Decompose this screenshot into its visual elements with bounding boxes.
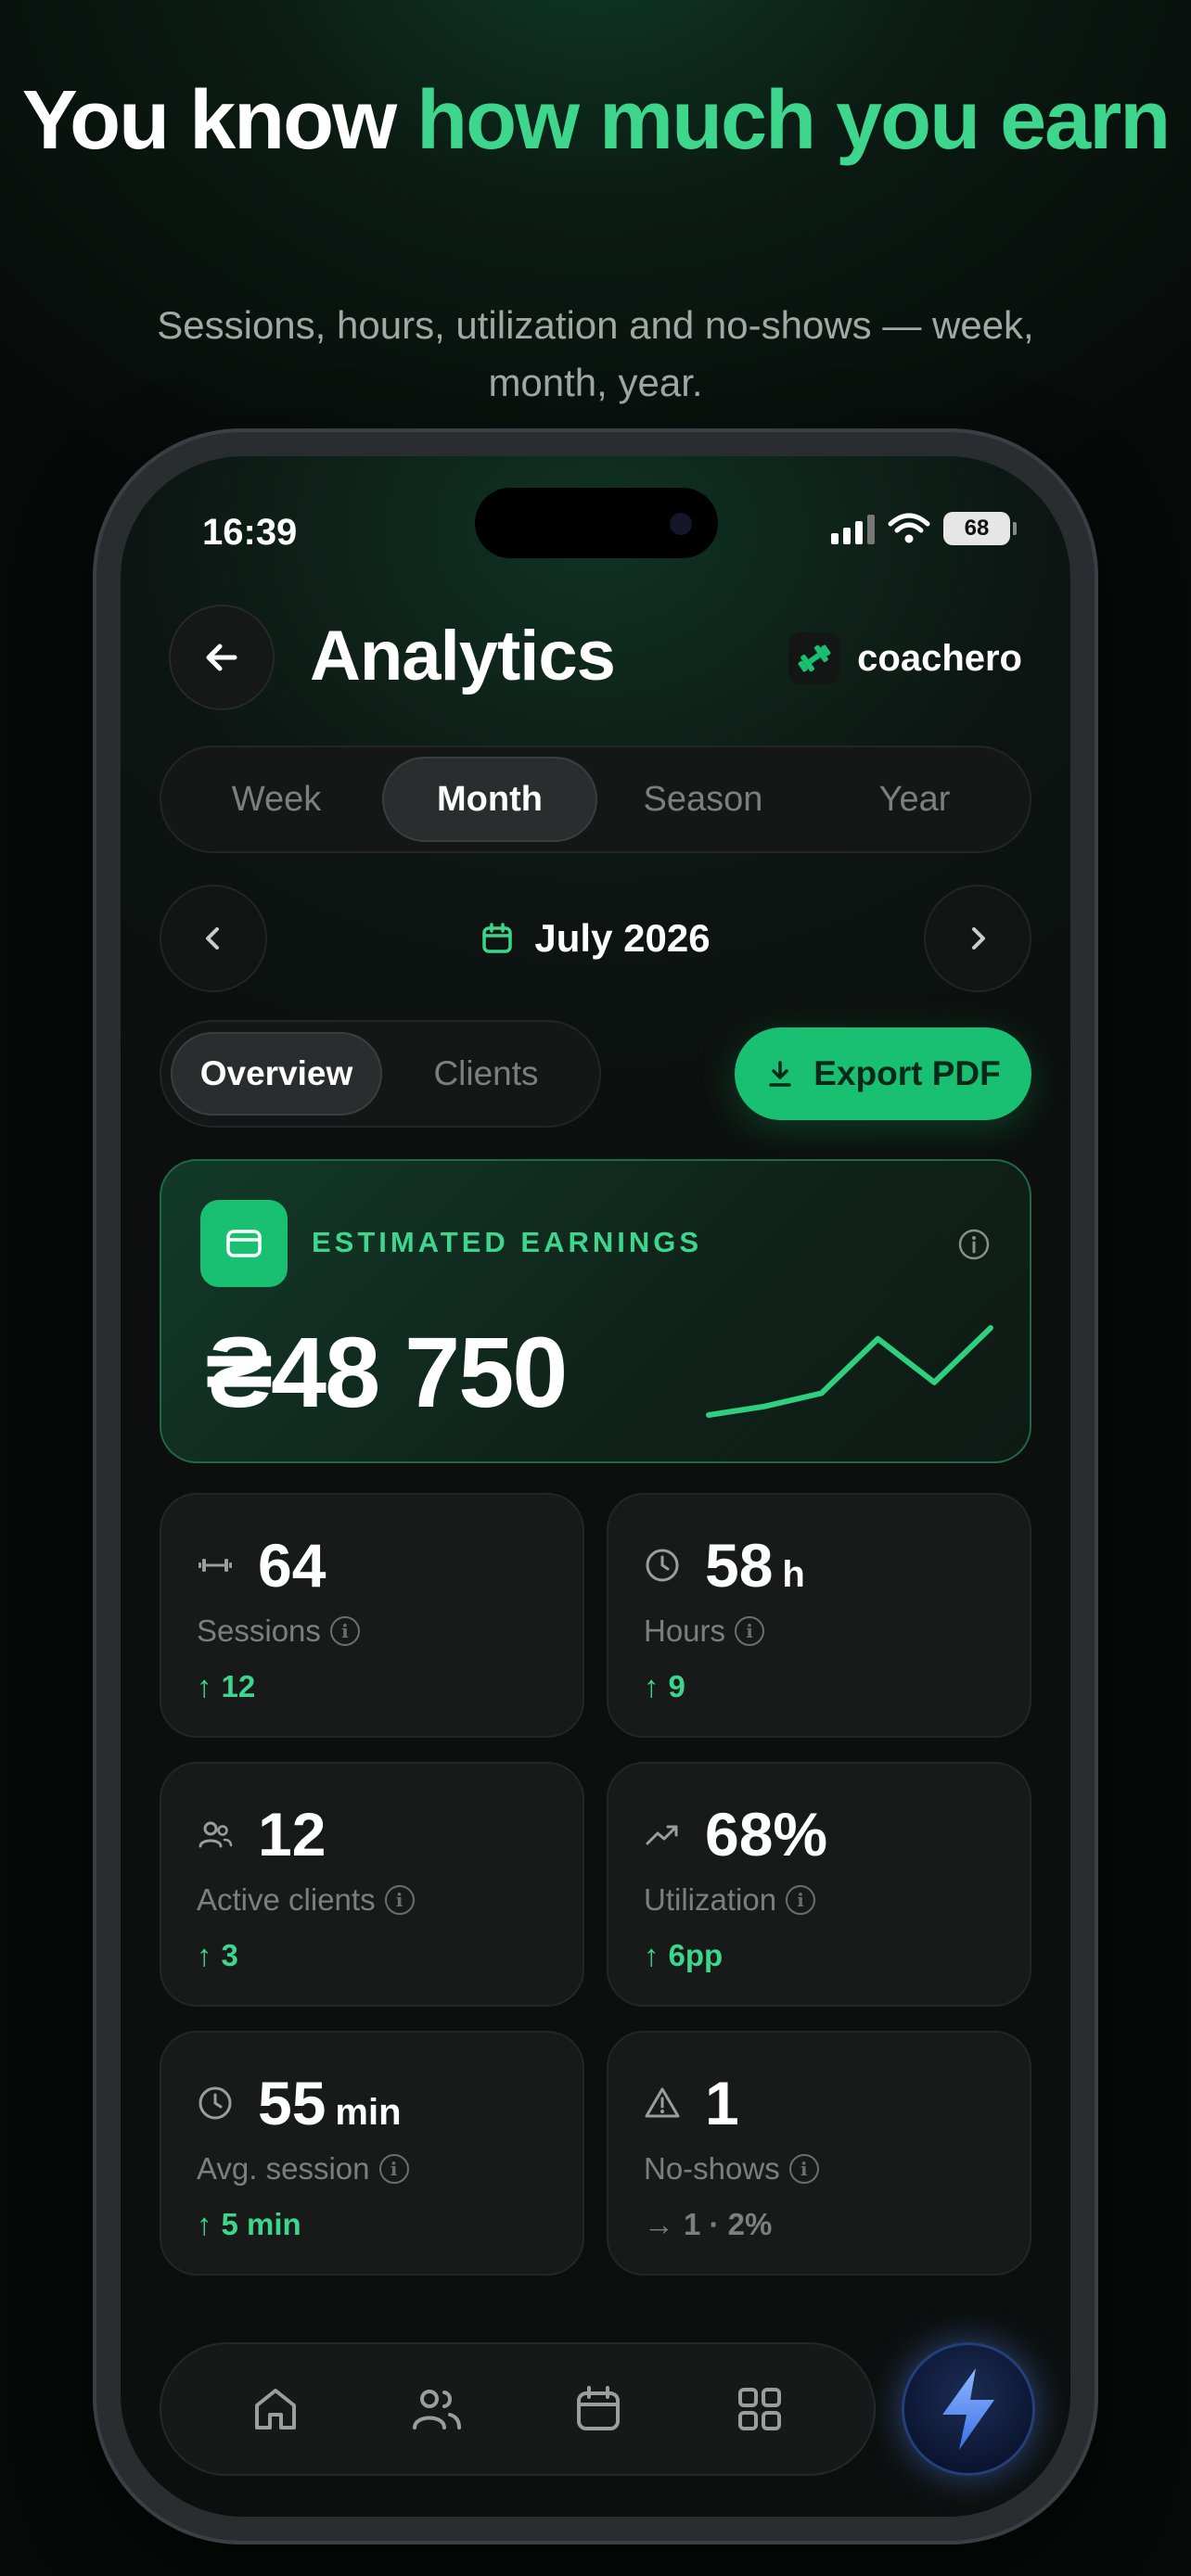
stat-delta: → 1 · 2% bbox=[644, 2207, 773, 2241]
status-time: 16:39 bbox=[202, 512, 298, 553]
bottom-tab-bar bbox=[160, 2342, 876, 2476]
stat-value: 68% bbox=[705, 1800, 828, 1868]
signal-icon bbox=[831, 513, 875, 544]
info-icon[interactable]: i bbox=[735, 1616, 765, 1646]
tab-year[interactable]: Year bbox=[809, 757, 1020, 842]
grid-icon bbox=[738, 2388, 781, 2430]
info-icon[interactable]: i bbox=[384, 1885, 415, 1915]
tab-calendar[interactable] bbox=[561, 2372, 635, 2446]
stat-delta: ↑ 3 bbox=[197, 1938, 238, 1972]
clock-icon bbox=[198, 2086, 232, 2120]
tab-home[interactable] bbox=[238, 2372, 313, 2446]
stat-card-no-shows[interactable]: 1 No-shows i → 1 · 2% bbox=[607, 2031, 1031, 2276]
stat-label: Hours i bbox=[644, 1613, 765, 1649]
promo-headline: You know how much you earn bbox=[0, 72, 1191, 169]
stat-label: Sessions i bbox=[197, 1613, 360, 1649]
earnings-label: ESTIMATED EARNINGS bbox=[312, 1226, 703, 1258]
phone-screen: 16:39 68 Analytics coachero Week Month S… bbox=[121, 456, 1070, 2517]
stat-label: Avg. session i bbox=[197, 2151, 409, 2187]
stat-value: 64 bbox=[258, 1531, 327, 1600]
earnings-sparkline bbox=[706, 1325, 993, 1418]
stat-delta: ↑ 5 min bbox=[197, 2207, 301, 2241]
brand: coachero bbox=[788, 632, 1022, 684]
arrow-left-icon bbox=[206, 644, 237, 671]
period-segmented-control: Week Month Season Year bbox=[160, 746, 1031, 853]
export-pdf-button[interactable]: Export PDF bbox=[735, 1027, 1031, 1120]
battery-level: 68 bbox=[943, 512, 1010, 545]
arrow-up-icon: ↑ bbox=[644, 1938, 660, 1972]
tab-month[interactable]: Month bbox=[382, 757, 597, 842]
info-icon[interactable]: i bbox=[786, 1885, 816, 1915]
view-segmented-control: Overview Clients bbox=[160, 1020, 601, 1128]
arrow-right-icon: → bbox=[644, 2207, 674, 2241]
stat-label: No-shows i bbox=[644, 2151, 819, 2187]
stat-card-hours[interactable]: 58 h Hours i ↑ 9 bbox=[607, 1493, 1031, 1738]
back-button[interactable] bbox=[169, 605, 275, 710]
stat-card-active-clients[interactable]: 12 Active clients i ↑ 3 bbox=[160, 1762, 584, 2007]
lightning-icon bbox=[942, 2368, 994, 2450]
stat-value: 12 bbox=[258, 1800, 327, 1868]
dumbbell-icon bbox=[198, 1559, 232, 1572]
brand-name: coachero bbox=[857, 637, 1022, 679]
tab-clients[interactable]: Clients bbox=[382, 1032, 590, 1116]
home-icon bbox=[255, 2389, 296, 2429]
promo-headline-white: You know bbox=[21, 74, 417, 167]
period-label: July 2026 bbox=[534, 916, 711, 960]
tab-week[interactable]: Week bbox=[171, 757, 382, 842]
stat-label: Active clients i bbox=[197, 1882, 415, 1918]
clients-icon bbox=[413, 2390, 461, 2429]
info-icon[interactable] bbox=[957, 1228, 991, 1266]
users-icon bbox=[198, 1821, 233, 1848]
info-icon[interactable]: i bbox=[788, 2154, 819, 2184]
wallet-icon bbox=[200, 1200, 288, 1287]
dynamic-island bbox=[475, 488, 718, 558]
dumbbell-logo-icon bbox=[788, 632, 841, 684]
arrow-up-icon: ↑ bbox=[644, 1669, 660, 1703]
info-icon[interactable]: i bbox=[378, 2154, 409, 2184]
stat-label: Utilization i bbox=[644, 1882, 816, 1918]
stat-card-sessions[interactable]: 64 Sessions i ↑ 12 bbox=[160, 1493, 584, 1738]
warning-icon bbox=[645, 2087, 680, 2118]
status-icons: 68 bbox=[831, 512, 1017, 545]
stat-card-utilization[interactable]: 68% Utilization i ↑ 6pp bbox=[607, 1762, 1031, 2007]
earnings-value: ₴48 750 bbox=[206, 1316, 568, 1428]
download-icon bbox=[769, 1061, 792, 1087]
camera-dot bbox=[670, 513, 692, 535]
stat-value: 55 min bbox=[258, 2069, 402, 2137]
stat-delta: ↑ 12 bbox=[197, 1669, 256, 1703]
info-icon[interactable]: i bbox=[329, 1616, 360, 1646]
clock-icon bbox=[646, 1549, 679, 1582]
next-period-button[interactable] bbox=[924, 885, 1031, 992]
calendar-icon bbox=[577, 2386, 620, 2430]
estimated-earnings-card[interactable]: ESTIMATED EARNINGS ₴48 750 bbox=[160, 1159, 1031, 1463]
calendar-small-icon bbox=[482, 923, 513, 953]
promo-headline-green: how much you earn bbox=[416, 74, 1171, 167]
stat-value: 1 bbox=[705, 2069, 739, 2137]
tab-more[interactable] bbox=[723, 2372, 797, 2446]
tab-season[interactable]: Season bbox=[597, 757, 809, 842]
tab-clients-nav[interactable] bbox=[400, 2372, 474, 2446]
page-title: Analytics bbox=[310, 617, 616, 695]
battery-icon: 68 bbox=[943, 512, 1017, 545]
arrow-up-icon: ↑ bbox=[197, 2207, 212, 2241]
stat-delta: ↑ 9 bbox=[644, 1669, 685, 1703]
stat-value: 58 h bbox=[705, 1531, 805, 1600]
stat-card-avg-session[interactable]: 55 min Avg. session i ↑ 5 min bbox=[160, 2031, 584, 2276]
arrow-up-icon: ↑ bbox=[197, 1669, 212, 1703]
sparkline-line bbox=[706, 1325, 993, 1418]
arrow-up-icon: ↑ bbox=[197, 1938, 212, 1972]
stat-delta: ↑ 6pp bbox=[644, 1938, 724, 1972]
wifi-icon bbox=[888, 513, 930, 543]
chevron-right-icon bbox=[972, 927, 985, 950]
tab-overview[interactable]: Overview bbox=[171, 1032, 382, 1116]
export-pdf-label: Export PDF bbox=[813, 1054, 1001, 1092]
trending-up-icon bbox=[646, 1825, 678, 1845]
quick-action-button[interactable] bbox=[902, 2342, 1035, 2476]
promo-subline: Sessions, hours, utilization and no-show… bbox=[157, 303, 1034, 404]
